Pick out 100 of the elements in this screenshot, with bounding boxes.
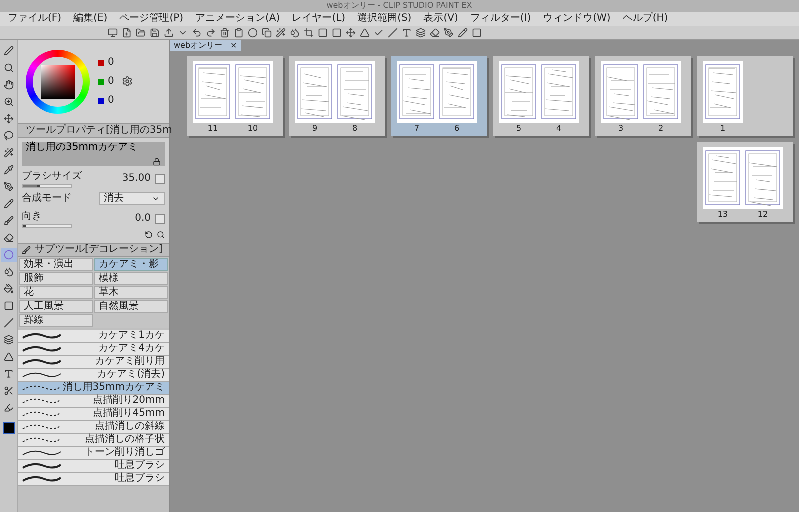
page-spread[interactable]: 7 6 [391, 56, 487, 136]
sub-tool-group-tab[interactable]: 罫線 [19, 314, 93, 327]
sub-tool-group-tab[interactable]: 効果・演出 [19, 258, 93, 271]
brush-item[interactable]: 消し用35mmカケアミ [18, 382, 169, 395]
page-number: 13 [716, 209, 730, 221]
brush-stroke-icon [22, 345, 62, 353]
page-spread[interactable]: 3 2 [595, 56, 691, 136]
triangle-icon [4, 352, 14, 362]
page-number: 4 [555, 123, 563, 135]
property-label: 向き [22, 210, 43, 224]
page-number: 1 [719, 123, 727, 135]
toolbar-icon[interactable] [346, 28, 356, 38]
toolbar-icon[interactable] [234, 28, 244, 38]
menu-item[interactable]: ウィンドウ(W) [543, 14, 611, 24]
sub-tool-group-tab[interactable]: 草木 [94, 286, 168, 299]
page-spread[interactable]: 13 12 [697, 142, 793, 222]
page-spread[interactable]: 1 [697, 56, 793, 136]
slider-track[interactable] [22, 184, 72, 188]
reset-icon[interactable] [145, 231, 153, 239]
menu-item[interactable]: レイヤー(L) [292, 14, 346, 24]
manga-page-thumbnail [703, 147, 743, 209]
brush-item[interactable]: カケアミ削り用 [18, 356, 169, 369]
toolbar-icon[interactable] [122, 28, 132, 38]
move-icon [4, 114, 14, 124]
toggle-icon[interactable] [155, 214, 165, 224]
channel-value: 0 [108, 56, 114, 70]
lock-icon[interactable] [153, 158, 161, 166]
menu-item[interactable]: アニメーション(A) [196, 14, 280, 24]
property-value: 35.00 [122, 172, 151, 186]
slider-track[interactable] [22, 224, 72, 228]
manga-page-thumbnail [233, 61, 273, 123]
toolbar-icon[interactable] [192, 28, 202, 38]
page-spread[interactable]: 9 8 [289, 56, 385, 136]
menu-item[interactable]: フィルター(I) [470, 14, 532, 24]
menu-item[interactable]: ページ管理(P) [120, 14, 184, 24]
page-number: 6 [453, 123, 461, 135]
toolbar-icon[interactable] [206, 28, 216, 38]
sub-tool-group-tab[interactable]: 服飾 [19, 272, 93, 285]
brush-stroke-icon [22, 371, 62, 379]
toolbar-icon[interactable] [136, 28, 146, 38]
menu-item[interactable]: 選択範囲(S) [358, 14, 412, 24]
hand-icon [4, 80, 14, 90]
page-number: 5 [515, 123, 523, 135]
brush-item[interactable]: カケアミ(消去) [18, 369, 169, 382]
toolbar-icon[interactable] [458, 28, 468, 38]
sub-tool-group-tab[interactable]: 花 [19, 286, 93, 299]
menu-item[interactable]: 編集(E) [74, 14, 108, 24]
menu-item[interactable]: ヘルプ(H) [622, 14, 668, 24]
manga-page-thumbnail [335, 61, 375, 123]
brush-item[interactable]: 点描消しの斜線 [18, 421, 169, 434]
brush-item[interactable]: カケアミ4カケ [18, 343, 169, 356]
brush-stroke-icon [22, 384, 62, 392]
toolbar-icon[interactable] [276, 28, 286, 38]
toolbar-icon[interactable] [416, 28, 426, 38]
brush-item[interactable]: カケアミ1カケ [18, 330, 169, 343]
sub-tool-group-tab[interactable]: 人工風景 [19, 300, 93, 313]
channel-marker [98, 98, 104, 104]
settings-icon[interactable] [122, 76, 134, 87]
page-spread[interactable]: 11 10 [187, 56, 283, 136]
toolbar-icon[interactable] [248, 28, 258, 38]
color-swatch[interactable] [2, 422, 14, 434]
sub-tool-group-tab[interactable]: 自然風景 [94, 300, 168, 313]
pen-icon [4, 46, 14, 56]
toolbar-icon[interactable] [150, 28, 160, 38]
line-icon [4, 318, 14, 328]
toolbar-icon[interactable] [164, 28, 174, 38]
square-icon [4, 301, 14, 311]
toolbar-icon[interactable] [262, 28, 272, 38]
toolbar-icon[interactable] [304, 28, 314, 38]
toolbar-icon[interactable] [220, 28, 230, 38]
toggle-icon[interactable] [155, 174, 165, 184]
brush-item[interactable]: 点描削り20mm [18, 395, 169, 408]
document-tab[interactable]: webオンリー × [170, 40, 242, 51]
brush-item[interactable]: トーン削り消しゴ [18, 447, 169, 460]
toolbar-icon[interactable] [402, 28, 412, 38]
manga-page-thumbnail [437, 61, 477, 123]
brush-stroke-icon [22, 436, 62, 444]
brush-item[interactable]: 点描消しの格子状 [18, 434, 169, 447]
dropdown[interactable]: 消去 [99, 192, 165, 205]
brush-item[interactable]: 吐息ブラシ [18, 473, 169, 486]
brush-icon [22, 246, 31, 254]
toolbar-icon[interactable] [108, 28, 118, 38]
brush-stroke-icon [22, 475, 62, 483]
zoom-icon [4, 97, 14, 107]
paint-bucket-icon [4, 284, 14, 294]
close-tab-button[interactable]: × [230, 42, 238, 50]
menu-item[interactable]: ファイル(F) [8, 14, 62, 24]
brush-item[interactable]: 点描削り45mm [18, 408, 169, 421]
brush-item[interactable]: 吐息ブラシ [18, 460, 169, 473]
toolbar-icon[interactable] [430, 28, 440, 38]
toolbar-icon[interactable] [444, 28, 454, 38]
manga-page-thumbnail [641, 61, 681, 123]
page-spread[interactable]: 5 4 [493, 56, 589, 136]
menu-item[interactable]: 表示(V) [424, 14, 458, 24]
toolbar-icon[interactable] [290, 28, 300, 38]
toolbar-icon[interactable] [472, 28, 482, 38]
text-icon [4, 369, 14, 379]
search-icon[interactable] [157, 231, 165, 239]
sub-tool-group-tab[interactable]: 模様 [94, 272, 168, 285]
sub-tool-group-tab[interactable]: カケアミ・影 [94, 258, 168, 271]
